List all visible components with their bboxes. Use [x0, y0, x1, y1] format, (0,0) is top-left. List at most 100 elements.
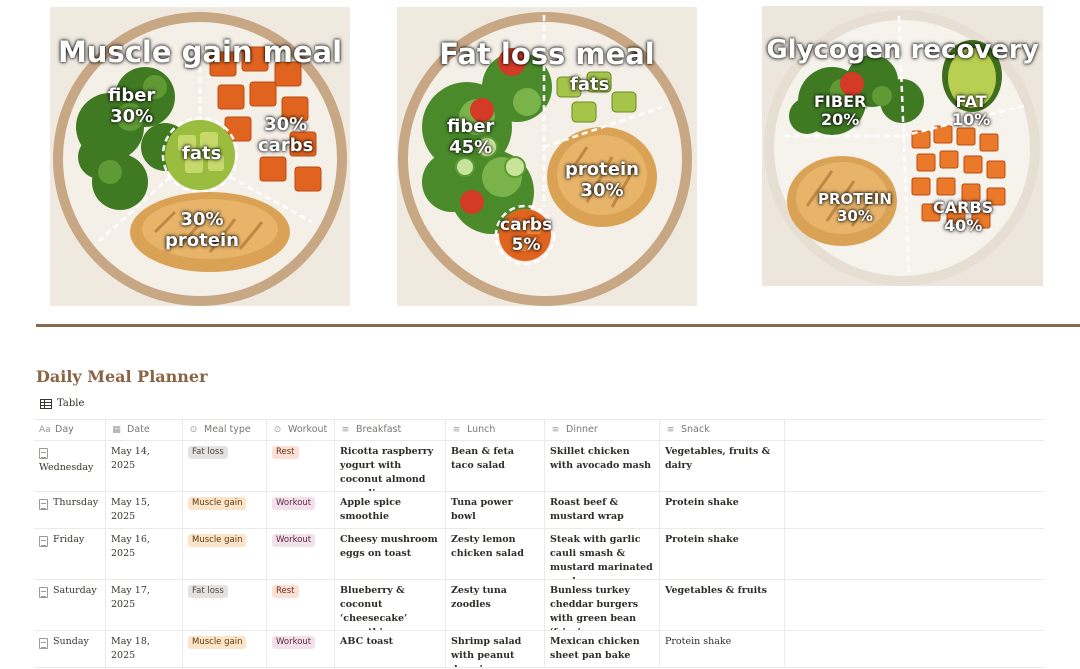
empty-cell — [785, 631, 1044, 667]
table-header: Aa Day ▦ Date ⊙ Meal type ⊙ Workout ≡ Breakfa… — [34, 419, 1044, 441]
lunch-cell: Shrimp salad with peanut dressing — [446, 631, 545, 667]
empty-cell — [785, 492, 1044, 528]
snack-cell: Protein shake — [660, 529, 785, 579]
breakfast-cell: Ricotta raspberry yogurt with coconut al… — [335, 441, 446, 491]
table-row[interactable]: Wednesday May 14, 2025 Fat loss Rest Ric… — [34, 441, 1044, 492]
meal-type-cell: Muscle gain — [183, 492, 267, 528]
page-title: Daily Meal Planner — [36, 367, 208, 386]
plate-title: Muscle gain meal — [57, 35, 343, 69]
text-lines-icon: ≡ — [341, 425, 350, 435]
select-icon: ⊙ — [189, 425, 198, 435]
workout-tag[interactable]: Workout — [272, 534, 316, 547]
segment-label-fats: fats — [570, 74, 610, 95]
workout-cell: Workout — [267, 529, 335, 579]
day-name[interactable]: Friday — [53, 533, 84, 547]
tab-table-view[interactable]: Table — [40, 398, 84, 409]
segment-label-fat: FAT 10% — [952, 92, 991, 130]
meal-type-tag[interactable]: Muscle gain — [188, 636, 247, 649]
select-icon: ⊙ — [273, 425, 282, 435]
day-name[interactable]: Sunday — [53, 635, 89, 649]
segment-label-carbs: carbs 5% — [500, 215, 553, 255]
column-header-day[interactable]: Aa Day — [34, 420, 106, 440]
snack-cell: Protein shake — [660, 492, 785, 528]
workout-cell: Rest — [267, 441, 335, 491]
meal-type-tag[interactable]: Fat loss — [188, 446, 228, 459]
date-cell: May 16, 2025 — [106, 529, 183, 579]
fat-loss-plate-image: Fat loss meal fats fiber 45% protein 30% c… — [397, 7, 697, 306]
date-cell: May 18, 2025 — [106, 631, 183, 667]
lunch-cell: Zesty lemon chicken salad — [446, 529, 545, 579]
column-header-empty — [785, 420, 1044, 440]
table-row[interactable]: Sunday May 18, 2025 Muscle gain Workout … — [34, 631, 1044, 668]
tab-label: Table — [57, 398, 85, 409]
day-cell: Saturday — [34, 580, 106, 630]
table-row[interactable]: Friday May 16, 2025 Muscle gain Workout … — [34, 529, 1044, 580]
column-header-breakfast[interactable]: ≡ Breakfast — [335, 420, 446, 440]
meal-type-cell: Muscle gain — [183, 631, 267, 667]
column-header-dinner[interactable]: ≡ Dinner — [545, 420, 660, 440]
dinner-cell: Bunless turkey cheddar burgers with gree… — [545, 580, 660, 630]
segment-label-carbs: 30% carbs — [258, 114, 314, 156]
table-row[interactable]: Saturday May 17, 2025 Fat loss Rest Blue… — [34, 580, 1044, 631]
text-lines-icon: ≡ — [551, 425, 560, 435]
calendar-icon: ▦ — [112, 425, 121, 435]
day-name[interactable]: Wednesday — [39, 461, 93, 475]
meal-type-tag[interactable]: Muscle gain — [188, 534, 247, 547]
text-lines-icon: ≡ — [452, 425, 461, 435]
segment-label-protein: protein 30% — [565, 159, 639, 201]
plate-title: Fat loss meal — [439, 37, 655, 71]
page-icon — [39, 638, 48, 649]
meal-planner-table: Aa Day ▦ Date ⊙ Meal type ⊙ Workout ≡ Breakfa… — [34, 419, 1044, 668]
muscle-gain-plate-image: Muscle gain meal fiber 30% 30% carbs fats … — [50, 7, 350, 306]
breakfast-cell: Cheesy mushroom eggs on toast — [335, 529, 446, 579]
meal-type-tag[interactable]: Muscle gain — [188, 497, 247, 510]
breakfast-cell: Blueberry & coconut ‘cheesecake’ smoothi… — [335, 580, 446, 630]
day-cell: Sunday — [34, 631, 106, 667]
workout-cell: Workout — [267, 492, 335, 528]
breakfast-cell: Apple spice smoothie — [335, 492, 446, 528]
segment-label-protein: PROTEIN 30% — [818, 190, 892, 226]
column-header-date[interactable]: ▦ Date — [106, 420, 183, 440]
page-icon — [39, 587, 48, 598]
table-row[interactable]: Thursday May 15, 2025 Muscle gain Workou… — [34, 492, 1044, 529]
workout-tag[interactable]: Workout — [272, 497, 316, 510]
empty-cell — [785, 529, 1044, 579]
page-icon — [39, 536, 48, 547]
workout-cell: Workout — [267, 631, 335, 667]
segment-label-fiber: fiber 30% — [108, 85, 156, 127]
workout-tag[interactable]: Workout — [272, 636, 316, 649]
meal-type-tag[interactable]: Fat loss — [188, 585, 228, 598]
workout-tag[interactable]: Rest — [272, 585, 299, 598]
table-icon — [40, 398, 52, 409]
date-cell: May 14, 2025 — [106, 441, 183, 491]
breakfast-cell: ABC toast — [335, 631, 446, 667]
segment-label-protein: 30% protein — [165, 209, 239, 251]
empty-cell — [785, 441, 1044, 491]
date-cell: May 17, 2025 — [106, 580, 183, 630]
text-lines-icon: ≡ — [666, 425, 675, 435]
page-icon — [39, 499, 48, 510]
empty-cell — [785, 580, 1044, 630]
snack-cell: Vegetables, fruits & dairy — [660, 441, 785, 491]
dinner-cell: Roast beef & mustard wrap — [545, 492, 660, 528]
day-name[interactable]: Saturday — [53, 584, 97, 598]
dinner-cell: Steak with garlic cauli smash & mustard … — [545, 529, 660, 579]
meal-type-cell: Muscle gain — [183, 529, 267, 579]
column-header-meal-type[interactable]: ⊙ Meal type — [183, 420, 267, 440]
day-cell: Friday — [34, 529, 106, 579]
meal-type-cell: Fat loss — [183, 580, 267, 630]
workout-tag[interactable]: Rest — [272, 446, 299, 459]
date-cell: May 15, 2025 — [106, 492, 183, 528]
day-cell: Wednesday — [34, 441, 106, 491]
day-name[interactable]: Thursday — [53, 496, 98, 510]
column-header-lunch[interactable]: ≡ Lunch — [446, 420, 545, 440]
segment-label-fiber: FIBER 20% — [814, 92, 867, 130]
column-header-snack[interactable]: ≡ Snack — [660, 420, 785, 440]
segment-label-carbs: CARBS 40% — [933, 198, 994, 236]
page-icon — [39, 448, 48, 459]
section-divider — [36, 324, 1080, 327]
dinner-cell: Skillet chicken with avocado mash — [545, 441, 660, 491]
lunch-cell: Bean & feta taco salad — [446, 441, 545, 491]
column-header-workout[interactable]: ⊙ Workout — [267, 420, 335, 440]
plate-title: Glycogen recovery — [766, 35, 1039, 65]
